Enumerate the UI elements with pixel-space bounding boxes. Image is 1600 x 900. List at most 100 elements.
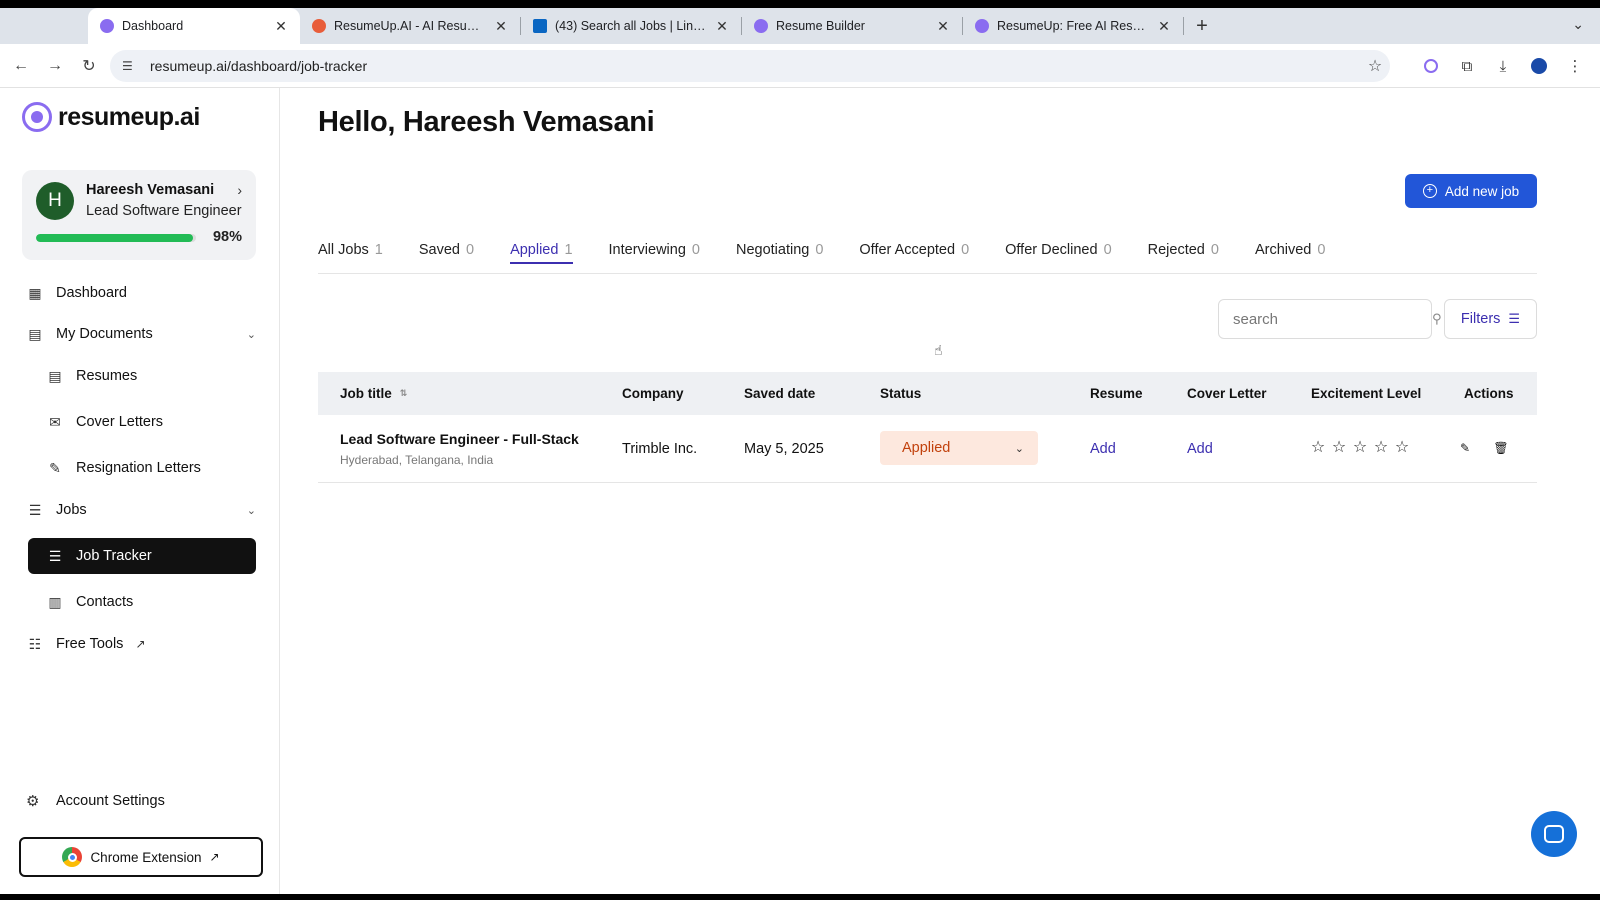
add-new-job-button[interactable]: + Add new job [1405, 174, 1537, 208]
column-header-job-title[interactable]: Job title ⇅ [340, 386, 407, 401]
profile-icon[interactable] [1528, 55, 1550, 77]
plus-circle-icon: + [1422, 184, 1437, 198]
tab-negotiating[interactable]: Negotiating 0 [736, 240, 823, 274]
tabbar-spacer [0, 8, 88, 44]
sidebar-item-resignation-letters[interactable]: ✎ Resignation Letters [46, 450, 256, 486]
tab-count: 0 [1103, 242, 1112, 258]
browser-tab-resumeup-ai[interactable]: ResumeUp.AI - AI Resume Builder ✕ [300, 8, 520, 44]
url-text[interactable]: resumeup.ai/dashboard/job-tracker [150, 58, 1360, 74]
browser-tab-resumeup-free[interactable]: ResumeUp: Free AI Resume Builder ✕ [963, 8, 1183, 44]
tab-all-jobs[interactable]: All Jobs 1 [318, 240, 383, 274]
close-icon[interactable]: ✕ [274, 18, 288, 35]
resumeup-logo-icon [22, 102, 52, 132]
star-icon[interactable]: ☆ [1310, 437, 1326, 457]
back-arrow-icon[interactable]: ← [4, 57, 38, 75]
job-title[interactable]: Lead Software Engineer - Full-Stack [340, 431, 579, 447]
extensions-puzzle-icon[interactable]: ⧉ [1456, 55, 1478, 77]
chrome-logo-icon [62, 847, 83, 867]
brand-name: resumeup.ai [58, 102, 200, 131]
new-tab-icon[interactable]: + [1184, 8, 1220, 44]
sidebar-item-resumes[interactable]: ▤ Resumes [46, 358, 256, 394]
resumeup-extension-icon[interactable] [1420, 55, 1442, 77]
search-icon[interactable]: ⚲ [1432, 311, 1442, 327]
account-settings-link[interactable]: ⚙ Account Settings [26, 788, 165, 814]
search-box: ⚲ [1218, 299, 1442, 339]
hand-cursor-icon: ☝ [934, 342, 943, 358]
address-bar[interactable]: ☰ resumeup.ai/dashboard/job-tracker ☆ [110, 50, 1390, 82]
sidebar-item-dashboard[interactable]: ▦ Dashboard [26, 275, 256, 311]
list-icon: ☷ [28, 635, 42, 652]
profile-card[interactable]: H Hareesh Vemasani Lead Software Enginee… [22, 170, 256, 260]
more-menu-icon[interactable]: ⋮ [1564, 55, 1586, 77]
tab-label: Interviewing [608, 242, 686, 258]
sidebar-item-contacts[interactable]: ▥ Contacts [46, 584, 256, 620]
job-table: Job title ⇅ Company Saved date Status Re… [318, 372, 1537, 483]
tab-count: 1 [564, 242, 573, 258]
download-icon[interactable]: ⤓ [1492, 55, 1514, 77]
tab-archived[interactable]: Archived 0 [1255, 240, 1326, 274]
sort-icon[interactable]: ⇅ [400, 388, 408, 399]
profile-role: Lead Software Engineer [86, 203, 242, 219]
chevron-right-icon: › [237, 182, 242, 198]
job-tracker-icon: ☰ [48, 547, 62, 564]
sidebar-item-label: My Documents [56, 326, 153, 342]
sidebar-item-jobs[interactable]: ☰ Jobs ⌄ [26, 492, 256, 528]
tab-title: ResumeUp: Free AI Resume Builder [997, 19, 1149, 33]
close-icon[interactable]: ✕ [494, 18, 508, 35]
sidebar-item-cover-letters[interactable]: ✉ Cover Letters [46, 404, 256, 440]
tab-offer-declined[interactable]: Offer Declined 0 [1005, 240, 1112, 274]
tab-interviewing[interactable]: Interviewing 0 [609, 240, 700, 274]
tab-search-chevron-icon[interactable]: ⌄ [1572, 16, 1584, 33]
star-icon[interactable]: ☆ [1352, 437, 1368, 457]
sidebar-item-free-tools[interactable]: ☷ Free Tools ↗ [26, 626, 256, 662]
sidebar-item-label: Dashboard [56, 285, 127, 301]
browser-tab-dashboard[interactable]: Dashboard ✕ [88, 8, 300, 44]
close-icon[interactable]: ✕ [715, 18, 729, 35]
site-info-icon[interactable]: ☰ [122, 59, 142, 73]
sidebar-item-my-documents[interactable]: ▤ My Documents ⌄ [26, 316, 256, 352]
bookmark-star-icon[interactable]: ☆ [1360, 56, 1390, 76]
browser-tab-resume-builder[interactable]: Resume Builder ✕ [742, 8, 962, 44]
row-actions: ✎ 🗑 [1458, 441, 1509, 455]
trash-icon[interactable]: 🗑 [1493, 441, 1508, 455]
sidebar-item-label: Job Tracker [76, 548, 152, 564]
excitement-rating: ☆ ☆ ☆ ☆ ☆ [1310, 437, 1410, 457]
reload-icon[interactable]: ↻ [72, 56, 106, 76]
tab-rejected[interactable]: Rejected 0 [1148, 240, 1219, 274]
resumeup-free-favicon-icon [975, 19, 989, 33]
tab-saved[interactable]: Saved 0 [419, 240, 474, 274]
sidebar-item-job-tracker[interactable]: ☰ Job Tracker [28, 538, 256, 574]
table-row[interactable]: Lead Software Engineer - Full-Stack Hyde… [318, 415, 1537, 483]
close-icon[interactable]: ✕ [936, 18, 950, 35]
add-cover-letter-link[interactable]: Add [1187, 441, 1213, 457]
filters-button[interactable]: Filters ☰ [1444, 299, 1537, 339]
status-dropdown[interactable]: Applied ⌄ [880, 431, 1038, 465]
tab-offer-accepted[interactable]: Offer Accepted 0 [859, 240, 969, 274]
chevron-down-icon[interactable]: ⌄ [247, 504, 256, 517]
tab-applied[interactable]: Applied 1 [510, 240, 573, 274]
chat-support-icon[interactable] [1531, 811, 1577, 857]
browser-tab-linkedin[interactable]: (43) Search all Jobs | LinkedIn ✕ [521, 8, 741, 44]
resume-file-icon: ▤ [48, 367, 62, 384]
star-icon[interactable]: ☆ [1331, 437, 1347, 457]
star-icon[interactable]: ☆ [1373, 437, 1389, 457]
brand[interactable]: resumeup.ai [22, 102, 200, 132]
chevron-down-icon[interactable]: ⌄ [247, 328, 256, 341]
forward-arrow-icon[interactable]: → [38, 57, 72, 75]
resumeup-favicon-icon [312, 19, 326, 33]
chrome-extension-label: Chrome Extension [90, 849, 202, 865]
job-location: Hyderabad, Telangana, India [340, 453, 494, 467]
envelope-icon: ✉ [49, 413, 61, 430]
chrome-extension-button[interactable]: Chrome Extension ↗ [19, 837, 263, 877]
linkedin-favicon-icon [533, 19, 547, 33]
star-icon[interactable]: ☆ [1394, 437, 1410, 457]
avatar: H [36, 182, 74, 220]
profile-completion-percent: 98% [212, 229, 242, 245]
tab-title: Resume Builder [776, 19, 865, 33]
add-new-job-label: Add new job [1444, 183, 1520, 199]
jobs-bars-icon: ☰ [28, 501, 42, 518]
close-icon[interactable]: ✕ [1157, 18, 1171, 35]
edit-pencil-icon[interactable]: ✎ [1458, 441, 1472, 455]
add-resume-link[interactable]: Add [1090, 441, 1116, 457]
search-input[interactable] [1233, 310, 1432, 328]
